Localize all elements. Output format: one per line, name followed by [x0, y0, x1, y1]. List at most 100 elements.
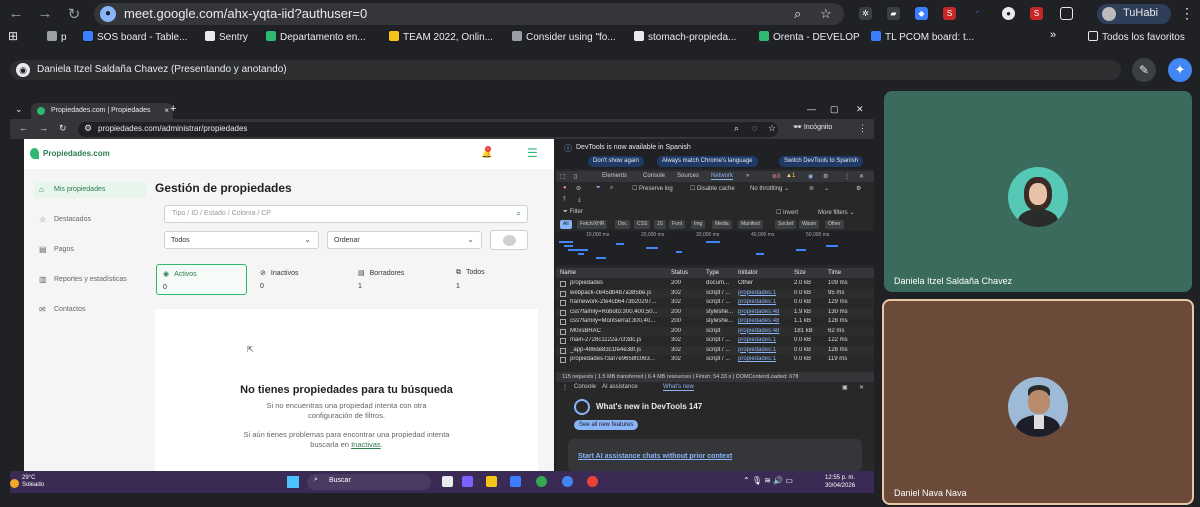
type-filter-chip[interactable]: Font	[669, 220, 686, 229]
bookmark-item[interactable]: SOS board - Table...	[83, 31, 187, 43]
column-header[interactable]: Initiator	[738, 270, 758, 276]
type-filter-chip[interactable]: Other	[825, 220, 844, 229]
chrome-profile-icon[interactable]	[562, 476, 573, 487]
sidebar-item[interactable]: ⌂ Mis propiedades	[34, 182, 147, 198]
close-icon[interactable]: ✕	[859, 384, 864, 391]
participant-tile[interactable]: Daniela Itzel Saldaña Chavez	[884, 91, 1192, 292]
sidebar-item[interactable]: ▤ Pagos	[34, 242, 147, 258]
participant-tile[interactable]: Daniel Nava Nava	[882, 299, 1194, 505]
switch-language-button[interactable]: Switch DevTools to Spanish	[779, 156, 864, 167]
preserve-log-checkbox[interactable]: ☐ Preserve log	[632, 185, 673, 192]
devtools-tab[interactable]: Network	[711, 173, 734, 180]
kebab-menu-icon[interactable]: ⋮	[844, 173, 850, 180]
extension-icon[interactable]: ✲	[859, 7, 872, 20]
bookmark-item[interactable]: TL PCOM board: t...	[871, 31, 974, 43]
gemini-sparkle-icon[interactable]: ✦	[1168, 58, 1192, 82]
invert-checkbox[interactable]: ☐ Invert	[776, 209, 798, 216]
devtools-tab[interactable]: Console	[643, 173, 665, 179]
wifi-icon[interactable]: ≋	[809, 185, 814, 192]
row-initiator[interactable]: propiedades:1	[738, 299, 792, 305]
sidebar-item[interactable]: ▥ Reportes y estadísticas	[34, 272, 147, 288]
kebab-menu-icon[interactable]: ⋮	[858, 123, 867, 134]
apps-grid-icon[interactable]: ⊞	[8, 29, 18, 43]
type-filter-chip[interactable]: JS	[654, 220, 666, 229]
reload-icon[interactable]: ↻	[65, 5, 83, 23]
bookmark-item[interactable]: Departamento en...	[266, 31, 366, 43]
drawer-menu-icon[interactable]: ⋮	[562, 384, 568, 391]
network-row[interactable]: webpack-c645db4b7a385be.js 302 script / ..…	[556, 288, 874, 298]
network-conditions-icon[interactable]: ◉	[808, 173, 813, 180]
system-tray[interactable]: ⌃ 🎙 ≋ 🔊 ▭	[743, 476, 793, 485]
chevron-down-icon[interactable]: ⌄	[824, 185, 829, 192]
inactivas-link[interactable]: Inactivas	[351, 440, 381, 449]
status-card[interactable]: ▤ Borradores 1	[352, 264, 443, 295]
chrome-icon[interactable]	[536, 476, 547, 487]
search-icon[interactable]: ⌕	[610, 185, 613, 192]
column-header[interactable]: Type	[706, 270, 719, 276]
column-header[interactable]: Time	[828, 270, 841, 276]
bookmark-star-icon[interactable]: ☆	[820, 6, 832, 22]
bookmark-item[interactable]: TEAM 2022, Onlin...	[389, 31, 493, 43]
close-icon[interactable]: ×	[164, 106, 169, 115]
network-row[interactable]: framework-2fe4cb6473b20297... 302 script /…	[556, 298, 874, 307]
bookmark-item[interactable]: Sentry	[205, 31, 248, 43]
type-filter-chip[interactable]: CSS	[634, 220, 651, 229]
more-tabs-icon[interactable]: »	[746, 173, 749, 179]
extension-icon[interactable]: ●	[1002, 7, 1015, 20]
hamburger-menu-icon[interactable]: ☰	[527, 146, 538, 160]
vscode-icon[interactable]	[510, 476, 521, 487]
extension-icon[interactable]: S	[1030, 7, 1043, 20]
task-view-icon[interactable]	[442, 476, 453, 487]
match-language-button[interactable]: Always match Chrome's language	[657, 156, 758, 167]
minimize-icon[interactable]: —	[807, 104, 816, 114]
see-all-features-button[interactable]: See all new features	[574, 420, 639, 430]
drawer-tab[interactable]: What's new	[663, 384, 694, 391]
search-input[interactable]: Tipo / ID / Estado / Colonia / CP ⌕	[164, 205, 528, 223]
type-filter-chip[interactable]: Media	[712, 220, 732, 229]
all-bookmarks-folder[interactable]: Todos los favoritos	[1088, 31, 1185, 43]
bookmark-item[interactable]: Consider using "fo...	[512, 31, 616, 43]
drawer-tab[interactable]: Console	[574, 384, 596, 390]
meet-site-icon[interactable]: ●	[100, 6, 116, 22]
row-initiator[interactable]: propiedades:48	[738, 328, 792, 334]
column-header[interactable]: Status	[671, 270, 688, 276]
chrome-profile-icon[interactable]	[587, 476, 598, 487]
extension-icon[interactable]: ᐟ	[971, 7, 984, 20]
bookmark-star-icon[interactable]: ☆	[768, 123, 776, 134]
row-initiator[interactable]: propiedades:48	[738, 309, 792, 315]
incognito-badge[interactable]: 🕶 Incógnito	[793, 123, 832, 131]
inner-browser-tab[interactable]: Propiedades.com | Propiedades ×	[31, 103, 173, 119]
new-tab-icon[interactable]: +	[170, 103, 176, 115]
type-filter-chip[interactable]: Wasm	[799, 220, 819, 229]
import-icon[interactable]: ⤒	[563, 197, 566, 204]
extensions-puzzle-icon[interactable]	[1060, 7, 1073, 20]
search-icon[interactable]: ⌕	[517, 209, 521, 219]
row-initiator[interactable]: propiedades:1	[738, 337, 792, 343]
network-row[interactable]: _app-486de83c1fe4e38f.js 302 script / ... p…	[556, 345, 874, 355]
type-filter-chip[interactable]: All	[560, 220, 572, 229]
type-filter-chip[interactable]: Manifest	[738, 220, 763, 229]
throttling-select[interactable]: No throttling ⌄	[750, 185, 789, 192]
close-window-icon[interactable]: ✕	[856, 104, 864, 115]
kebab-menu-icon[interactable]: ⋮	[1180, 5, 1194, 22]
logo-text[interactable]: Propiedades.com	[43, 149, 110, 158]
forward-icon[interactable]: →	[36, 5, 54, 22]
maximize-icon[interactable]: ▢	[830, 104, 839, 115]
devtools-tab[interactable]: Elements	[602, 173, 627, 179]
close-icon[interactable]: ✕	[859, 173, 864, 180]
forward-icon[interactable]: →	[39, 123, 48, 133]
network-row[interactable]: M0xsBRAC 200 script propiedades:48 181 kB 62 …	[556, 326, 874, 336]
record-icon[interactable]: ●	[563, 185, 567, 191]
profile-button[interactable]: TuHabi	[1097, 4, 1171, 24]
sidebar-item[interactable]: ☆ Destacados	[34, 212, 147, 228]
inspect-icon[interactable]: ⬚	[560, 173, 566, 180]
network-row[interactable]: propiedades 200 docum... Other 2.0 kB 109 ms	[556, 279, 874, 288]
devtools-tab[interactable]: Sources	[677, 173, 699, 179]
export-icon[interactable]: ⤓	[578, 197, 581, 204]
bookmark-item[interactable]: stomach-propieda...	[634, 31, 736, 43]
network-row[interactable]: main-2728c1122a7cf3dc.js 302 script / ... p…	[556, 336, 874, 345]
feature-link[interactable]: Start AI assistance chats without prior …	[578, 453, 732, 460]
warning-count-icon[interactable]: ▲1	[786, 173, 795, 179]
site-info-icon[interactable]: ⚙	[84, 123, 92, 134]
type-filter-chip[interactable]: Img	[691, 220, 706, 229]
